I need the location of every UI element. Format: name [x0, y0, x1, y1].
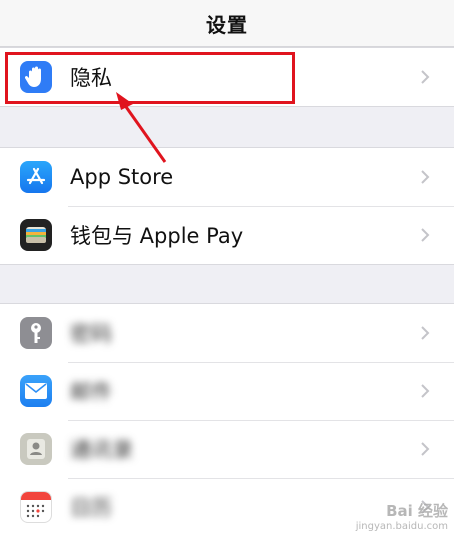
watermark: Bai 经验 jingyan.baidu.com	[356, 500, 448, 532]
watermark-url: jingyan.baidu.com	[355, 521, 448, 532]
watermark-brand: Bai 经验	[386, 502, 448, 520]
annotation-arrow	[116, 92, 167, 163]
